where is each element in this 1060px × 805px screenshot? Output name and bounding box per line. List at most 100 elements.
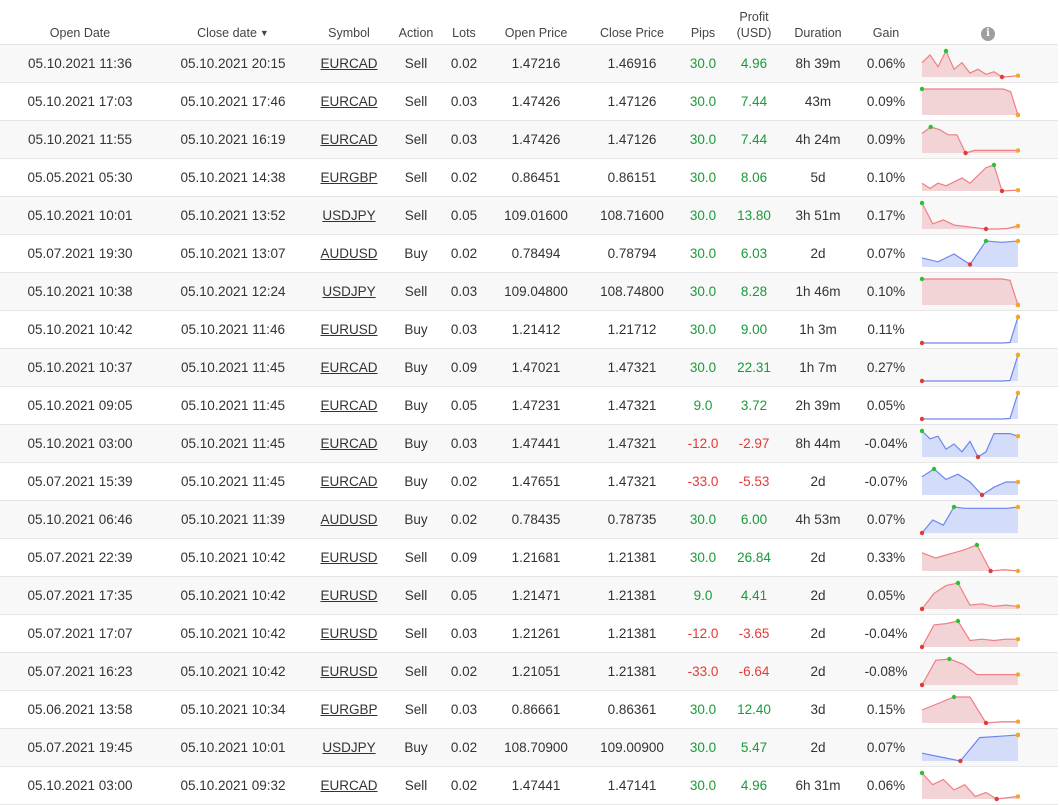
profit-cell: 7.44 (740, 94, 768, 109)
symbol-link[interactable]: EURCAD (320, 398, 377, 413)
open-date-cell: 05.10.2021 03:00 (27, 436, 133, 451)
table-row[interactable]: 05.10.2021 11:55 05.10.2021 16:19 EURCAD Se… (0, 120, 1058, 159)
sparkline-high-marker (943, 48, 949, 53)
header-action[interactable]: Action (392, 0, 440, 45)
header-duration-label: Duration (794, 26, 842, 40)
table-row[interactable]: 05.07.2021 22:39 05.10.2021 10:42 EURUSD Se… (0, 539, 1058, 577)
table-row[interactable]: 05.07.2021 17:07 05.10.2021 10:42 EURUSD Se… (0, 615, 1058, 653)
table-row[interactable]: 05.06.2021 13:58 05.10.2021 10:34 EURGBP Se… (0, 691, 1058, 729)
header-close-price[interactable]: Close Price (584, 0, 680, 45)
lots-cell: 0.03 (450, 626, 478, 641)
table-row[interactable]: 05.10.2021 10:38 05.10.2021 12:24 USDJPY Se… (0, 272, 1058, 311)
symbol-link[interactable]: EURCAD (320, 436, 377, 451)
lots-cell: 0.02 (450, 246, 478, 261)
table-row[interactable]: 05.10.2021 03:00 05.10.2021 11:45 EURCAD Bu… (0, 424, 1058, 463)
header-gain-label: Gain (872, 26, 900, 40)
profit-cell: 8.28 (740, 284, 768, 299)
symbol-link[interactable]: EURCAD (320, 778, 377, 793)
pips-cell: -33.0 (687, 474, 719, 489)
header-close-date[interactable]: Close date ▼ (160, 0, 306, 45)
table-row[interactable]: 05.10.2021 10:01 05.10.2021 13:52 USDJPY Se… (0, 196, 1058, 235)
trade-sparkline (920, 276, 1020, 307)
gain-cell: 0.06% (866, 778, 906, 793)
duration-cell: 8h 44m (795, 436, 841, 451)
trade-history-table: Open Date Close date ▼ Symbol Action Lots… (0, 0, 1058, 805)
symbol-link[interactable]: EURCAD (320, 474, 377, 489)
table-row[interactable]: 05.10.2021 10:42 05.10.2021 11:46 EURUSD Bu… (0, 311, 1058, 349)
table-row[interactable]: 05.07.2021 16:23 05.10.2021 10:42 EURUSD Se… (0, 652, 1058, 691)
symbol-link[interactable]: AUDUSD (320, 512, 377, 527)
sparkline-high-marker (920, 770, 925, 775)
sparkline-high-marker (951, 504, 957, 509)
gain-cell: 0.09% (866, 94, 906, 109)
sparkline-low-marker (988, 568, 993, 573)
duration-cell: 1h 46m (795, 284, 841, 299)
table-row[interactable]: 05.05.2021 05:30 05.10.2021 14:38 EURGBP Se… (0, 159, 1058, 197)
symbol-link[interactable]: EURGBP (320, 170, 377, 185)
symbol-link[interactable]: EURGBP (320, 702, 377, 717)
trade-sparkline (921, 162, 1020, 193)
table-row[interactable]: 05.07.2021 19:45 05.10.2021 10:01 USDJPY Bu… (0, 728, 1058, 767)
sparkline-low-marker (920, 416, 925, 421)
trade-sparkline (921, 238, 1020, 267)
close-date-cell: 05.10.2021 10:42 (180, 664, 286, 679)
symbol-cell: EURCAD (306, 121, 392, 159)
gain-cell: -0.04% (864, 626, 908, 641)
symbol-link[interactable]: USDJPY (322, 740, 375, 755)
symbol-link[interactable]: EURCAD (320, 56, 377, 71)
open-price-cell: 109.04800 (504, 284, 568, 299)
symbol-link[interactable]: EURUSD (320, 322, 377, 337)
close-date-cell: 05.10.2021 17:46 (180, 94, 286, 109)
close-price-cell: 1.47321 (607, 436, 657, 451)
header-open-price[interactable]: Open Price (488, 0, 584, 45)
table-row[interactable]: 05.07.2021 19:30 05.10.2021 13:07 AUDUSD Bu… (0, 235, 1058, 273)
sparkline-high-marker (983, 238, 989, 243)
table-row[interactable]: 05.10.2021 17:03 05.10.2021 17:46 EURCAD Se… (0, 83, 1058, 121)
profit-cell: 7.44 (740, 132, 768, 147)
open-date-cell: 05.06.2021 13:58 (27, 702, 133, 717)
table-row[interactable]: 05.10.2021 10:37 05.10.2021 11:45 EURCAD Bu… (0, 348, 1058, 387)
close-price-cell: 1.47141 (607, 778, 657, 793)
action-cell: Sell (404, 56, 428, 71)
symbol-link[interactable]: EURUSD (320, 550, 377, 565)
header-lots[interactable]: Lots (440, 0, 488, 45)
header-gain[interactable]: Gain (854, 0, 918, 45)
open-date-cell: 05.10.2021 10:01 (27, 208, 133, 223)
table-row[interactable]: 05.10.2021 11:36 05.10.2021 20:15 EURCAD Se… (0, 44, 1058, 83)
action-cell: Sell (404, 664, 428, 679)
header-profit[interactable]: Profit (USD) (726, 0, 782, 45)
open-price-cell: 1.21261 (511, 626, 561, 641)
pips-cell: 30.0 (689, 360, 717, 375)
header-open-date[interactable]: Open Date (0, 0, 160, 45)
symbol-link[interactable]: EURUSD (320, 664, 377, 679)
open-date-cell: 05.10.2021 11:55 (27, 132, 133, 147)
table-row[interactable]: 05.10.2021 03:00 05.10.2021 09:32 EURCAD Se… (0, 767, 1058, 805)
sparkline-area (922, 126, 1018, 153)
table-row[interactable]: 05.07.2021 15:39 05.10.2021 11:45 EURCAD Bu… (0, 463, 1058, 501)
trade-sparkline (921, 124, 1020, 155)
gain-cell: 0.10% (866, 284, 906, 299)
sparkline-area (922, 164, 1018, 191)
symbol-link[interactable]: EURCAD (320, 360, 377, 375)
symbol-link[interactable]: USDJPY (322, 284, 375, 299)
symbol-link[interactable]: EURCAD (320, 132, 377, 147)
info-icon[interactable]: i (981, 27, 995, 41)
symbol-link[interactable]: EURUSD (320, 588, 377, 603)
table-row[interactable]: 05.10.2021 09:05 05.10.2021 11:45 EURCAD Bu… (0, 387, 1058, 425)
header-duration[interactable]: Duration (782, 0, 854, 45)
table-row[interactable]: 05.07.2021 17:35 05.10.2021 10:42 EURUSD Se… (0, 576, 1058, 615)
header-info: i (918, 0, 1058, 45)
table-body: 05.10.2021 11:36 05.10.2021 20:15 EURCAD Se… (0, 44, 1058, 805)
symbol-link[interactable]: AUDUSD (320, 246, 377, 261)
header-symbol[interactable]: Symbol (306, 0, 392, 45)
close-price-cell: 1.21381 (607, 626, 657, 641)
action-cell: Sell (404, 588, 428, 603)
table-row[interactable]: 05.10.2021 06:46 05.10.2021 11:39 AUDUSD Bu… (0, 500, 1058, 539)
action-cell: Buy (404, 360, 428, 375)
sparkline-low-marker (963, 150, 968, 155)
symbol-link[interactable]: EURUSD (320, 626, 377, 641)
header-pips[interactable]: Pips (680, 0, 726, 45)
symbol-link[interactable]: USDJPY (322, 208, 375, 223)
symbol-link[interactable]: EURCAD (320, 94, 377, 109)
sparkline-low-marker (999, 188, 1005, 193)
